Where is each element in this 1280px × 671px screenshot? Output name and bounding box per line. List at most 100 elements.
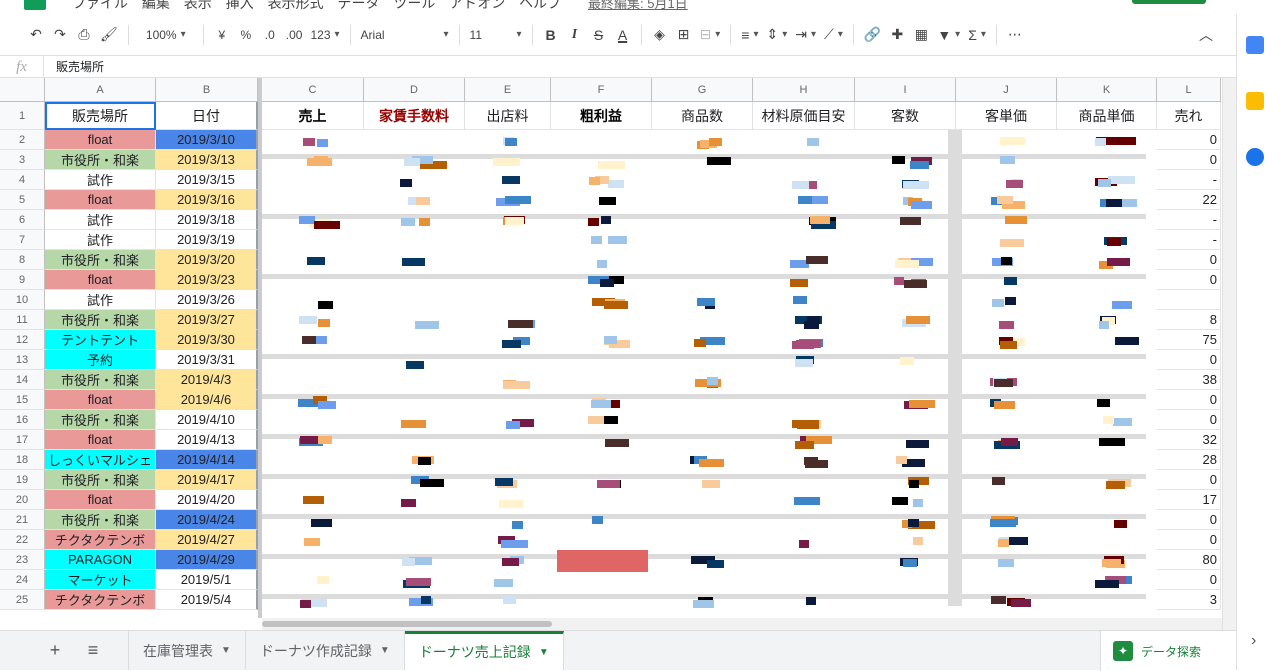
header-cell-d[interactable]: 家賃手数料 — [364, 102, 465, 130]
header-cell-a[interactable]: 販売場所 — [45, 102, 156, 130]
place-cell[interactable]: 試作 — [45, 230, 156, 250]
sales-count-cell[interactable]: 0 — [1157, 470, 1221, 490]
place-cell[interactable]: float — [45, 270, 156, 290]
date-cell[interactable]: 2019/3/26 — [156, 290, 258, 310]
sales-count-cell[interactable]: 38 — [1157, 370, 1221, 390]
date-cell[interactable]: 2019/4/10 — [156, 410, 258, 430]
tab-donut-production[interactable]: ドーナツ作成記録 ▼ — [246, 631, 405, 670]
sales-count-cell[interactable]: 22 — [1157, 190, 1221, 210]
row-header[interactable]: 23 — [0, 550, 45, 570]
menu-addons[interactable]: アドオン — [449, 0, 505, 11]
row-header[interactable]: 8 — [0, 250, 45, 270]
date-cell[interactable]: 2019/5/1 — [156, 570, 258, 590]
row-header[interactable]: 15 — [0, 390, 45, 410]
decrease-decimal-button[interactable]: .0 — [258, 21, 282, 49]
place-cell[interactable]: float — [45, 190, 156, 210]
bold-button[interactable]: B — [539, 21, 563, 49]
function-icon[interactable]: Σ — [964, 21, 990, 49]
column-header-e[interactable]: E — [465, 78, 551, 102]
formula-input[interactable]: 販売場所 — [44, 58, 104, 75]
rotate-icon[interactable]: ⟋ — [820, 21, 847, 49]
increase-decimal-button[interactable]: .00 — [282, 21, 307, 49]
sales-count-cell[interactable]: 0 — [1157, 150, 1221, 170]
menu-data[interactable]: データ — [337, 0, 379, 11]
row-header[interactable]: 9 — [0, 270, 45, 290]
date-cell[interactable]: 2019/3/30 — [156, 330, 258, 350]
corner-select-all[interactable] — [0, 78, 45, 102]
paint-format-icon[interactable]: 🖌 — [96, 21, 122, 49]
fill-color-icon[interactable]: ◈ — [648, 21, 672, 49]
row-header[interactable]: 4 — [0, 170, 45, 190]
date-cell[interactable]: 2019/3/18 — [156, 210, 258, 230]
row-header[interactable]: 16 — [0, 410, 45, 430]
chevron-down-icon[interactable]: ▼ — [539, 647, 549, 658]
place-cell[interactable]: 試作 — [45, 210, 156, 230]
menu-view[interactable]: 表示 — [184, 0, 212, 11]
sales-count-cell[interactable]: - — [1157, 210, 1221, 230]
date-cell[interactable]: 2019/4/13 — [156, 430, 258, 450]
place-cell[interactable]: float — [45, 490, 156, 510]
column-header-d[interactable]: D — [364, 78, 465, 102]
link-icon[interactable]: 🔗 — [860, 21, 885, 49]
chart-icon[interactable]: ▦ — [909, 21, 933, 49]
row-header[interactable]: 22 — [0, 530, 45, 550]
date-cell[interactable]: 2019/3/13 — [156, 150, 258, 170]
share-button[interactable] — [1132, 0, 1206, 4]
strikethrough-button[interactable]: S — [587, 21, 611, 49]
date-cell[interactable]: 2019/5/4 — [156, 590, 258, 610]
sheet-list-icon[interactable]: ≡ — [74, 631, 112, 670]
sales-count-cell[interactable]: 0 — [1157, 510, 1221, 530]
place-cell[interactable]: 市役所・和楽 — [45, 310, 156, 330]
print-icon[interactable]: ⎙ — [72, 21, 96, 49]
date-cell[interactable]: 2019/3/23 — [156, 270, 258, 290]
place-cell[interactable]: 市役所・和楽 — [45, 150, 156, 170]
date-cell[interactable]: 2019/4/29 — [156, 550, 258, 570]
sales-count-cell[interactable]: - — [1157, 230, 1221, 250]
row-header[interactable]: 21 — [0, 510, 45, 530]
row-header[interactable]: 19 — [0, 470, 45, 490]
place-cell[interactable]: しっくいマルシェ — [45, 450, 156, 470]
redo-icon[interactable]: ↷ — [48, 21, 72, 49]
header-cell-e[interactable]: 出店料 — [465, 102, 551, 130]
date-cell[interactable]: 2019/3/16 — [156, 190, 258, 210]
sheets-logo-icon[interactable] — [24, 0, 46, 10]
sales-count-cell[interactable]: 3 — [1157, 590, 1221, 610]
column-header-c[interactable]: C — [262, 78, 364, 102]
wrap-icon[interactable]: ⇥ — [791, 21, 820, 49]
column-header-a[interactable]: A — [45, 78, 156, 102]
percent-button[interactable]: % — [234, 21, 258, 49]
place-cell[interactable]: 市役所・和楽 — [45, 410, 156, 430]
sales-count-cell[interactable]: 32 — [1157, 430, 1221, 450]
place-cell[interactable]: float — [45, 430, 156, 450]
sales-count-cell[interactable]: 0 — [1157, 250, 1221, 270]
format-select[interactable]: 123 — [306, 21, 343, 49]
align-icon[interactable]: ≡ — [737, 21, 762, 49]
place-cell[interactable]: チクタクテンボ — [45, 530, 156, 550]
sales-count-cell[interactable]: 17 — [1157, 490, 1221, 510]
sales-count-cell[interactable]: 0 — [1157, 130, 1221, 150]
currency-button[interactable]: ¥ — [210, 21, 234, 49]
row-header[interactable]: 1 — [0, 102, 45, 130]
undo-icon[interactable]: ↶ — [24, 21, 48, 49]
place-cell[interactable]: 試作 — [45, 290, 156, 310]
row-header[interactable]: 6 — [0, 210, 45, 230]
column-header-l[interactable]: L — [1157, 78, 1221, 102]
more-icon[interactable]: ⋯ — [1003, 21, 1027, 49]
sales-count-cell[interactable]: 0 — [1157, 350, 1221, 370]
sales-count-cell[interactable]: 0 — [1157, 570, 1221, 590]
place-cell[interactable]: 市役所・和楽 — [45, 470, 156, 490]
calendar-icon[interactable] — [1246, 36, 1264, 54]
column-header-j[interactable]: J — [956, 78, 1057, 102]
sales-count-cell[interactable]: 0 — [1157, 270, 1221, 290]
borders-icon[interactable]: ⊞ — [672, 21, 696, 49]
date-cell[interactable]: 2019/4/6 — [156, 390, 258, 410]
menu-tools[interactable]: ツール — [393, 0, 435, 11]
font-select[interactable]: Arial — [357, 21, 453, 49]
date-cell[interactable]: 2019/4/17 — [156, 470, 258, 490]
row-header[interactable]: 11 — [0, 310, 45, 330]
row-header[interactable]: 3 — [0, 150, 45, 170]
row-header[interactable]: 17 — [0, 430, 45, 450]
date-cell[interactable]: 2019/3/10 — [156, 130, 258, 150]
date-cell[interactable]: 2019/4/14 — [156, 450, 258, 470]
place-cell[interactable]: テントテント — [45, 330, 156, 350]
